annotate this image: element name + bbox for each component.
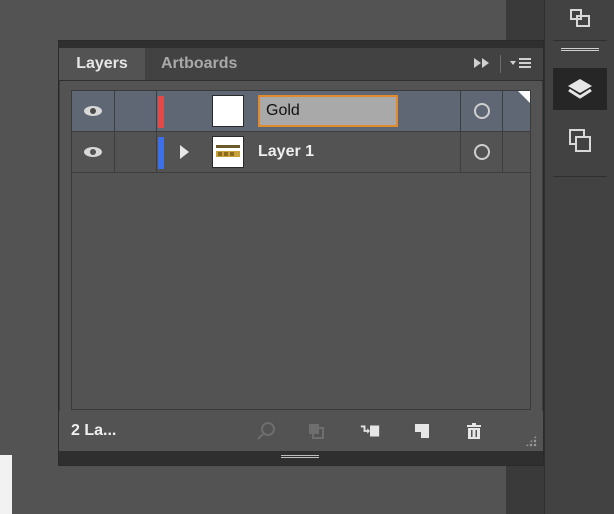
layer-name[interactable]: Layer 1 <box>258 132 314 172</box>
dock-separator <box>553 40 607 41</box>
target-button[interactable] <box>460 91 503 131</box>
visibility-toggle[interactable] <box>72 91 115 131</box>
target-button[interactable] <box>460 132 503 172</box>
new-sublayer-icon <box>360 425 380 437</box>
panel-tab-bar: Layers Artboards <box>59 48 543 81</box>
delete-layer-button[interactable] <box>463 421 485 441</box>
triangle-right-icon[interactable] <box>180 145 189 159</box>
panel-bottom-bar[interactable] <box>59 451 543 465</box>
tab-artboards[interactable]: Artboards <box>151 48 261 80</box>
dock-artboards-button[interactable] <box>553 120 607 162</box>
dock-layers-button[interactable] <box>553 68 607 110</box>
visibility-toggle[interactable] <box>72 132 115 172</box>
dock-separator <box>553 176 607 177</box>
layer-name-input[interactable] <box>258 95 398 127</box>
clipping-mask-icon <box>309 424 324 439</box>
lock-toggle[interactable] <box>114 91 157 131</box>
artboards-icon <box>569 129 591 152</box>
panel-resize-grip[interactable] <box>281 455 319 463</box>
layers-panel: Layers Artboards Gold Layer 1 2 La... <box>58 40 544 466</box>
dock-artboard-button[interactable] <box>553 0 607 36</box>
new-sublayer-button[interactable] <box>359 421 381 441</box>
layer-count: 2 La... <box>71 422 117 439</box>
lock-toggle[interactable] <box>114 132 157 172</box>
panel-controls <box>472 48 533 80</box>
artboard-dock-icon <box>570 9 590 27</box>
panel-footer: 2 La... <box>59 411 543 451</box>
selection-corner-indicator <box>518 91 530 103</box>
search-icon <box>257 422 275 440</box>
trash-icon <box>467 423 481 439</box>
tab-layers[interactable]: Layers <box>59 48 145 80</box>
layers-list: Layer 1 <box>71 90 531 410</box>
layer-thumbnail <box>212 95 244 127</box>
target-circle-icon <box>474 103 490 119</box>
double-arrow-right-icon[interactable] <box>472 56 492 72</box>
eye-icon <box>84 106 102 116</box>
dock-grip[interactable] <box>561 48 599 57</box>
document-canvas <box>0 455 12 514</box>
locate-object-button[interactable] <box>255 421 277 441</box>
layers-icon <box>568 79 592 99</box>
layer-row-layer-1[interactable]: Layer 1 <box>72 132 530 173</box>
layer-thumbnail <box>212 136 244 168</box>
eye-icon <box>84 147 102 157</box>
resize-grip[interactable] <box>525 435 537 447</box>
layer-row-gold[interactable] <box>72 91 530 132</box>
panel-menu-icon[interactable] <box>509 56 533 73</box>
layer-color-blue <box>158 137 164 169</box>
controls-divider <box>500 55 501 73</box>
panel-title-grip[interactable] <box>59 41 543 48</box>
gold-text-art <box>216 145 240 157</box>
clipping-mask-button[interactable] <box>305 421 327 441</box>
document-edge <box>0 0 12 514</box>
layer-color-red <box>158 96 164 128</box>
target-circle-icon <box>474 144 490 160</box>
panel-dock <box>544 0 614 514</box>
cell-divider <box>502 132 503 172</box>
cell-divider <box>502 91 503 131</box>
new-layer-button[interactable] <box>411 421 433 441</box>
new-layer-icon <box>415 424 429 438</box>
